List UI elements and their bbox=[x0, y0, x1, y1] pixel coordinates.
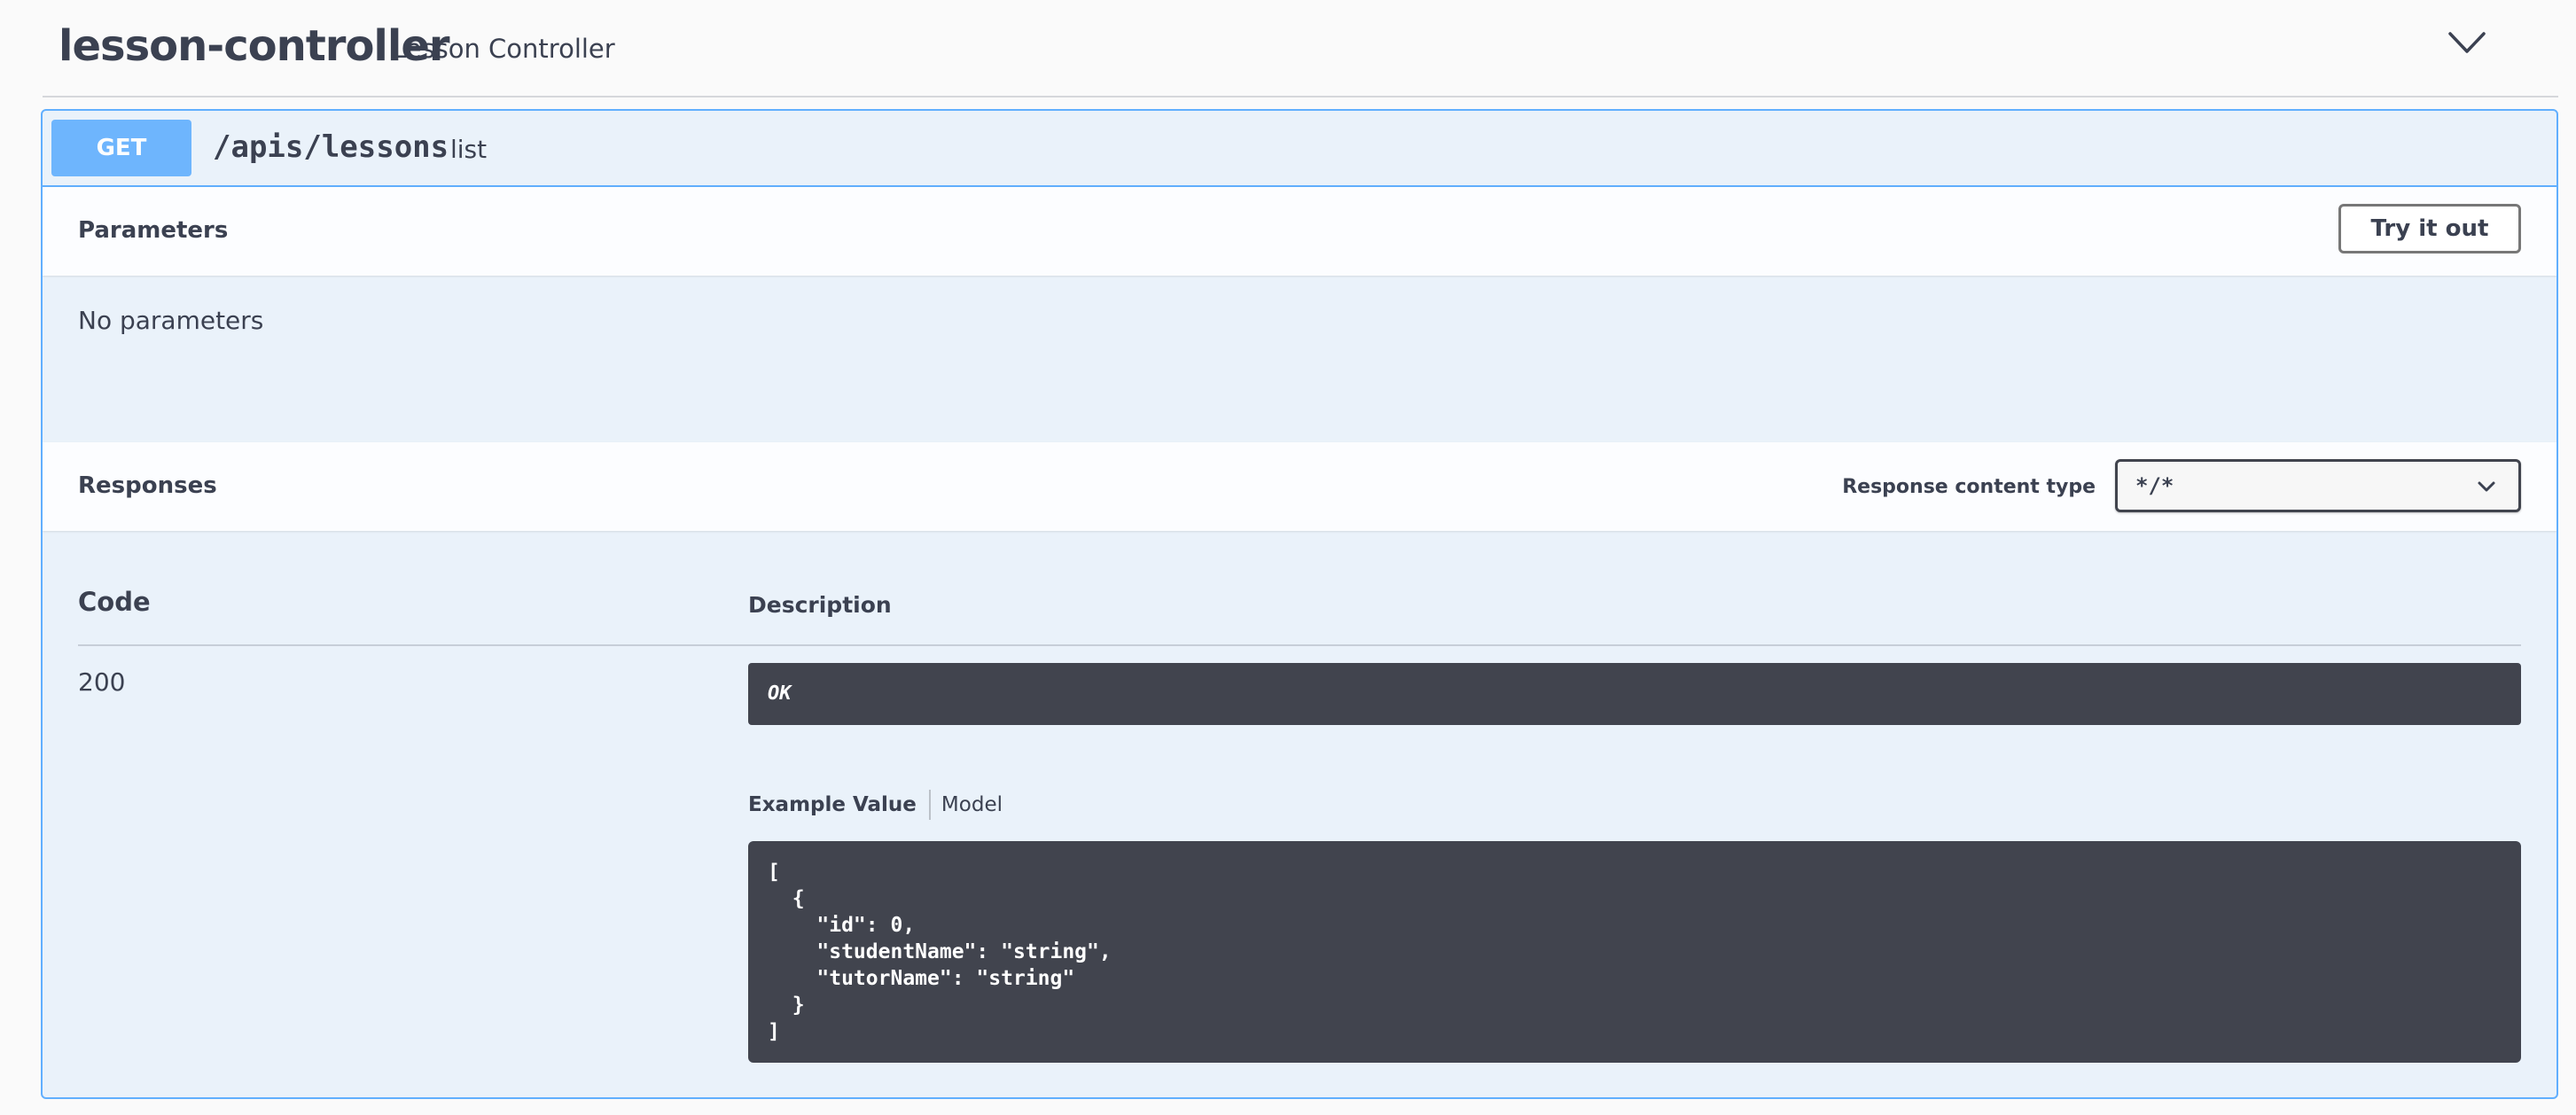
table-divider bbox=[78, 644, 2521, 646]
chevron-down-icon[interactable] bbox=[2445, 27, 2489, 58]
response-description: OK bbox=[768, 682, 792, 705]
response-description-box: OK bbox=[748, 663, 2521, 725]
example-value-box: [ { "id": 0, "studentName": "string", "t… bbox=[748, 841, 2521, 1063]
parameters-title: Parameters bbox=[78, 217, 229, 244]
operation-summary-text: list bbox=[450, 135, 488, 164]
tab-separator bbox=[928, 790, 931, 820]
example-json: [ { "id": 0, "studentName": "string", "t… bbox=[768, 861, 1112, 1043]
chevron-down-icon bbox=[2476, 478, 2497, 495]
operation-summary[interactable]: GET /apis/lessons list bbox=[43, 111, 2556, 187]
response-content-type-value: */* bbox=[2135, 473, 2174, 498]
parameters-header: Parameters Try it out bbox=[43, 187, 2556, 276]
operation-path: /apis/lessons bbox=[213, 129, 449, 165]
tag-header[interactable]: lesson-controller Lesson Controller bbox=[43, 0, 2558, 97]
no-parameters-text: No parameters bbox=[78, 306, 264, 335]
tag-name: lesson-controller bbox=[59, 21, 450, 71]
code-column-header: Code bbox=[78, 587, 151, 617]
example-tabs: Example Value Model bbox=[748, 789, 1003, 821]
response-code: 200 bbox=[78, 667, 126, 697]
try-it-out-button[interactable]: Try it out bbox=[2338, 204, 2521, 253]
method-badge: GET bbox=[51, 120, 191, 176]
description-column-header: Description bbox=[748, 592, 892, 618]
tag-description: Lesson Controller bbox=[392, 34, 615, 64]
responses-title: Responses bbox=[78, 472, 217, 499]
response-content-type-select[interactable]: */* bbox=[2115, 459, 2521, 512]
response-content-type-label: Response content type bbox=[1842, 476, 2096, 498]
tab-model[interactable]: Model bbox=[941, 793, 1003, 816]
tab-example-value[interactable]: Example Value bbox=[748, 793, 917, 816]
responses-header: Responses Response content type */* bbox=[43, 442, 2556, 531]
operation-block: GET /apis/lessons list Parameters Try it… bbox=[41, 109, 2558, 1099]
